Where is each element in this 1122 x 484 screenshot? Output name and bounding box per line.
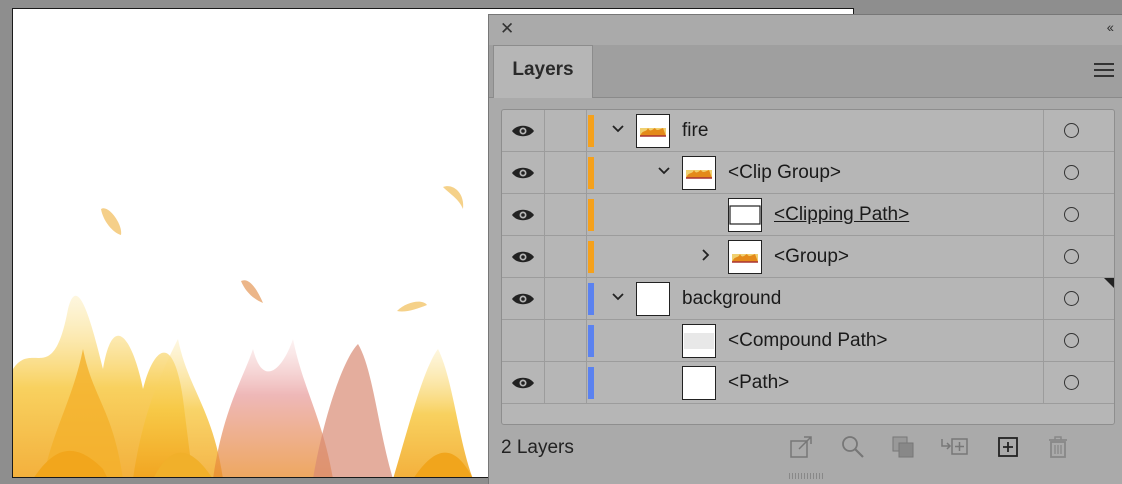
layer-thumbnail: [728, 240, 762, 274]
close-icon[interactable]: ✕: [500, 19, 514, 39]
lock-toggle[interactable]: [544, 278, 587, 319]
layer-thumbnail: [636, 114, 670, 148]
visibility-toggle[interactable]: [502, 152, 545, 193]
eye-icon: [512, 293, 534, 305]
layer-color-indicator: [588, 367, 594, 399]
panel-titlebar[interactable]: ✕ ‹‹: [489, 15, 1122, 45]
trash-icon[interactable]: [1045, 433, 1073, 461]
clipping-mask-icon[interactable]: [889, 433, 917, 461]
target-toggle[interactable]: [1043, 236, 1114, 277]
target-circle-icon: [1064, 333, 1079, 348]
target-toggle[interactable]: [1043, 320, 1114, 361]
eye-icon: [512, 251, 534, 263]
layer-row[interactable]: <Clip Group>: [502, 152, 1114, 194]
layer-row[interactable]: <Clipping Path>: [502, 194, 1114, 236]
visibility-toggle[interactable]: [502, 236, 545, 277]
target-toggle[interactable]: [1043, 110, 1114, 151]
chevron-down-icon[interactable]: [610, 121, 626, 142]
visibility-toggle[interactable]: [502, 320, 545, 361]
visibility-toggle[interactable]: [502, 278, 545, 319]
target-circle-icon: [1064, 375, 1079, 390]
chevron-down-icon[interactable]: [610, 289, 626, 310]
layer-name[interactable]: <Clipping Path>: [774, 204, 909, 226]
sublayer-icon[interactable]: [939, 433, 968, 461]
layer-color-indicator: [588, 199, 594, 231]
layer-thumbnail: [636, 282, 670, 316]
target-circle-icon: [1064, 291, 1079, 306]
layer-color-indicator: [588, 283, 594, 315]
layer-row[interactable]: fire: [502, 110, 1114, 152]
layer-name[interactable]: fire: [682, 120, 708, 142]
panel-menu-icon[interactable]: [1094, 63, 1114, 77]
layer-color-indicator: [588, 115, 594, 147]
layer-color-indicator: [588, 157, 594, 189]
layer-row[interactable]: <Group>: [502, 236, 1114, 278]
panel-footer: 2 Layers: [489, 429, 1122, 469]
layer-row[interactable]: background: [502, 278, 1114, 320]
target-circle-icon: [1064, 249, 1079, 264]
layers-list: fire <Clip Group> <Clipping Path> <Group> ba…: [501, 109, 1115, 425]
lock-toggle[interactable]: [544, 236, 587, 277]
target-circle-icon: [1064, 123, 1079, 138]
visibility-toggle[interactable]: [502, 194, 545, 235]
layer-thumbnail: [682, 156, 716, 190]
export-icon[interactable]: [787, 433, 815, 461]
layers-panel: ✕ ‹‹ Layers fire <Clip Group> <Clipping Pa…: [488, 14, 1122, 484]
target-circle-icon: [1064, 207, 1079, 222]
selection-indicator: [1104, 278, 1114, 288]
layer-color-indicator: [588, 325, 594, 357]
eye-icon: [512, 377, 534, 389]
chevron-right-icon[interactable]: [698, 247, 714, 268]
lock-toggle[interactable]: [544, 362, 587, 403]
layer-thumbnail: [682, 366, 716, 400]
collapse-panel-icon[interactable]: ‹‹: [1107, 19, 1114, 35]
layer-row[interactable]: <Path>: [502, 362, 1114, 404]
layer-thumbnail: [728, 198, 762, 232]
visibility-toggle[interactable]: [502, 110, 545, 151]
lock-toggle[interactable]: [544, 110, 587, 151]
layer-color-indicator: [588, 241, 594, 273]
chevron-down-icon[interactable]: [656, 163, 672, 184]
target-toggle[interactable]: [1043, 152, 1114, 193]
eye-icon: [512, 209, 534, 221]
lock-toggle[interactable]: [544, 152, 587, 193]
layer-thumbnail: [682, 324, 716, 358]
panel-tab-strip: Layers: [489, 45, 1122, 98]
layer-row[interactable]: <Compound Path>: [502, 320, 1114, 362]
panel-resize-grip[interactable]: [789, 473, 825, 479]
eye-icon: [512, 167, 534, 179]
layer-name[interactable]: <Group>: [774, 246, 849, 268]
layer-name[interactable]: <Compound Path>: [728, 330, 888, 352]
visibility-toggle[interactable]: [502, 362, 545, 403]
target-circle-icon: [1064, 165, 1079, 180]
workspace-gutter: [854, 0, 1122, 14]
lock-toggle[interactable]: [544, 194, 587, 235]
target-toggle[interactable]: [1043, 362, 1114, 403]
layer-name[interactable]: background: [682, 288, 781, 310]
locate-icon[interactable]: [839, 433, 867, 461]
eye-icon: [512, 125, 534, 137]
new-layer-icon[interactable]: [995, 433, 1023, 461]
lock-toggle[interactable]: [544, 320, 587, 361]
layer-count: 2 Layers: [501, 437, 574, 458]
layer-name[interactable]: <Path>: [728, 372, 789, 394]
layer-name[interactable]: <Clip Group>: [728, 162, 841, 184]
target-toggle[interactable]: [1043, 278, 1114, 319]
target-toggle[interactable]: [1043, 194, 1114, 235]
tab-layers[interactable]: Layers: [493, 45, 593, 98]
